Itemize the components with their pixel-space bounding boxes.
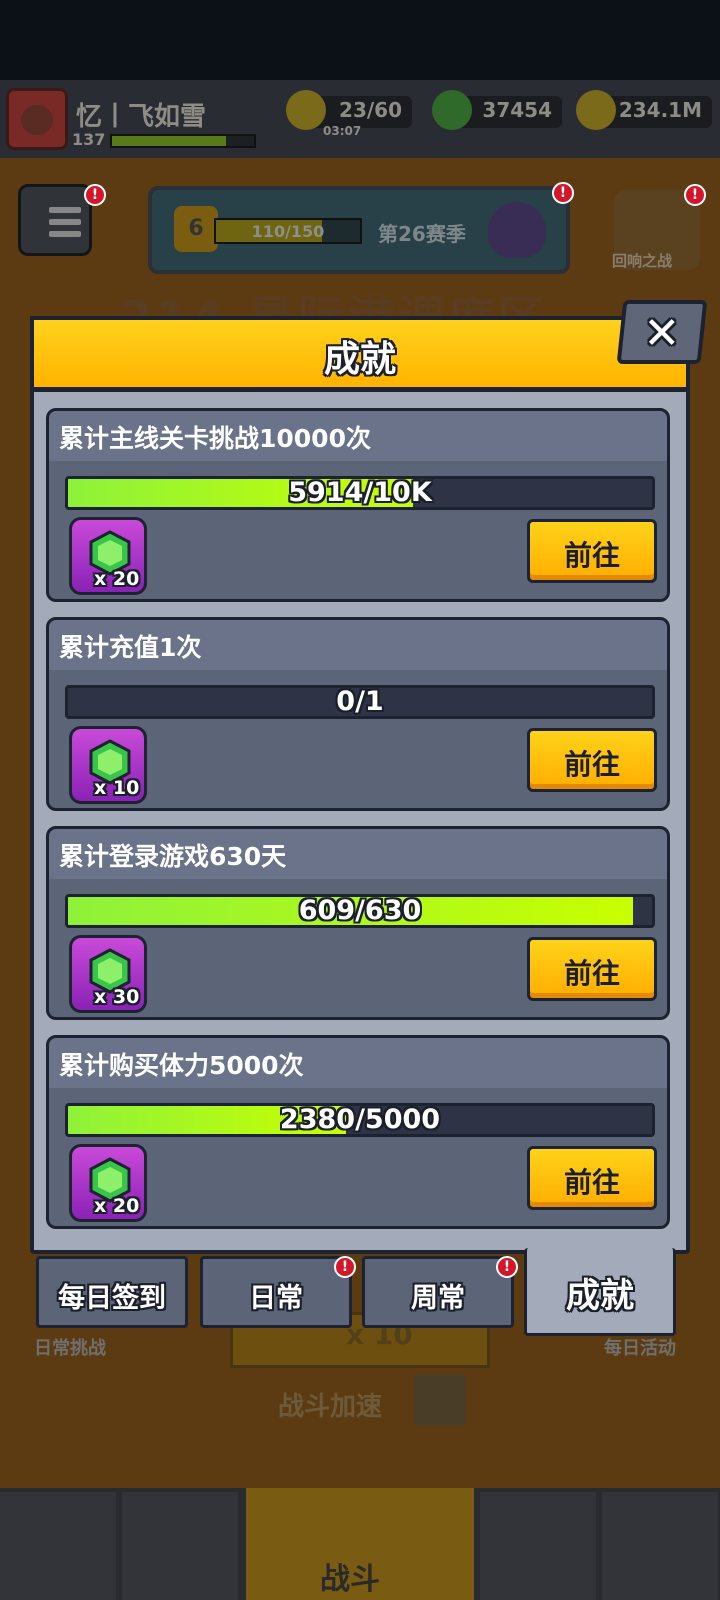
status-bar [0, 0, 720, 80]
tab-label: 日常 [249, 1283, 303, 1314]
progress-text: 5914/10K [288, 477, 432, 508]
progress-text: 609/630 [298, 895, 422, 926]
gem-icon [432, 90, 472, 130]
close-icon: ✕ [643, 308, 681, 359]
nav-talent-button[interactable] [480, 1492, 596, 1600]
nav-gene-button[interactable] [602, 1492, 718, 1600]
achievement-progress-bar: 0/1 [65, 685, 655, 719]
reward-count: x 10 [94, 777, 140, 799]
achievement-progress-bar: 2380/5000 [65, 1103, 655, 1137]
season-progress-text: 110/150 [251, 222, 325, 241]
go-button-label: 前往 [563, 1166, 620, 1199]
echo-alert-badge: ! [684, 184, 706, 206]
achievement-title: 累计充值1次 [59, 633, 202, 662]
go-button[interactable]: 前往 [527, 1146, 657, 1210]
tab-label: 每日签到 [58, 1283, 166, 1314]
go-button[interactable]: 前往 [527, 728, 657, 792]
go-button-label: 前往 [563, 539, 620, 572]
achievement-title: 累计主线关卡挑战10000次 [59, 424, 371, 453]
player-name: 忆丨飞如雪 [76, 102, 207, 132]
tab-daily-signin[interactable]: 每日签到 [36, 1256, 188, 1328]
tab-daily[interactable]: 日常 [200, 1256, 352, 1328]
nav-fight-label: 战斗 [320, 1562, 380, 1597]
tab-label: 周常 [411, 1283, 465, 1314]
go-button-label: 前往 [563, 957, 620, 990]
reward-count: x 20 [94, 1195, 140, 1217]
main-menu-button[interactable] [18, 184, 92, 256]
echo-battle-label: 回响之战 [612, 252, 673, 270]
progress-text: 0/1 [336, 686, 384, 717]
achievement-title: 累计购买体力5000次 [59, 1051, 304, 1080]
menu-alert-badge: ! [84, 184, 106, 206]
nav-equipment-button[interactable] [122, 1492, 238, 1600]
gold-counter[interactable]: 234.1M [576, 90, 712, 130]
energy-bolt-icon [286, 90, 326, 130]
achievement-card: 累计购买体力5000次 2380/5000 x 20 前往 [46, 1035, 670, 1229]
progress-text: 2380/5000 [279, 1104, 441, 1135]
player-xp-bar [110, 134, 256, 148]
gold-value: 234.1M [618, 98, 702, 122]
season-alert-badge: ! [552, 182, 574, 204]
reward-item[interactable]: x 20 [69, 1144, 147, 1222]
player-level: 137 [72, 130, 106, 149]
reward-item[interactable]: x 10 [69, 726, 147, 804]
season-name: 第26赛季 [378, 222, 466, 246]
reward-item[interactable]: x 30 [69, 935, 147, 1013]
battle-speed-toggle[interactable] [414, 1374, 466, 1426]
go-button[interactable]: 前往 [527, 937, 657, 1001]
season-progress-bar: 110/150 [214, 218, 362, 244]
achievement-title: 累计登录游戏630天 [59, 842, 287, 871]
gem-counter[interactable]: 37454 [432, 90, 562, 130]
reward-item[interactable]: x 20 [69, 517, 147, 595]
go-button[interactable]: 前往 [527, 519, 657, 583]
achievement-progress-bar: 609/630 [65, 894, 655, 928]
reward-count: x 20 [94, 568, 140, 590]
energy-timer: 03:07 [323, 124, 362, 138]
achievement-card: 累计登录游戏630天 609/630 x 30 前往 [46, 826, 670, 1020]
tab-label: 成就 [566, 1276, 634, 1316]
tab-achievements[interactable]: 成就 [524, 1248, 676, 1336]
achievement-card: 累计主线关卡挑战10000次 5914/10K x 20 前往 [46, 408, 670, 602]
tab-weekly[interactable]: 周常 [362, 1256, 514, 1328]
close-button[interactable]: ✕ [616, 300, 708, 364]
achievement-list[interactable]: 累计主线关卡挑战10000次 5914/10K x 20 前往 累计充值1次 0… [34, 396, 686, 1244]
reward-count: x 30 [94, 986, 140, 1008]
battle-speed-label: 战斗加速 [278, 1392, 383, 1422]
season-level: 6 [174, 206, 218, 252]
modal-title: 成就 [323, 339, 396, 380]
achievement-progress-bar: 5914/10K [65, 476, 655, 510]
go-button-label: 前往 [563, 748, 620, 781]
energy-value: 23/60 [339, 98, 402, 122]
nav-shop-button[interactable] [0, 1492, 116, 1600]
gem-value: 37454 [482, 98, 552, 122]
daily-activity-label[interactable]: 每日活动 [604, 1334, 676, 1360]
gold-coin-icon [576, 90, 616, 130]
player-avatar[interactable] [6, 88, 68, 150]
tab-daily-alert-badge: ! [334, 1256, 356, 1278]
tab-weekly-alert-badge: ! [496, 1256, 518, 1278]
daily-challenge-label[interactable]: 日常挑战 [34, 1334, 106, 1360]
achievement-card: 累计充值1次 0/1 x 10 前往 [46, 617, 670, 811]
season-rank-badge-icon [488, 202, 546, 258]
